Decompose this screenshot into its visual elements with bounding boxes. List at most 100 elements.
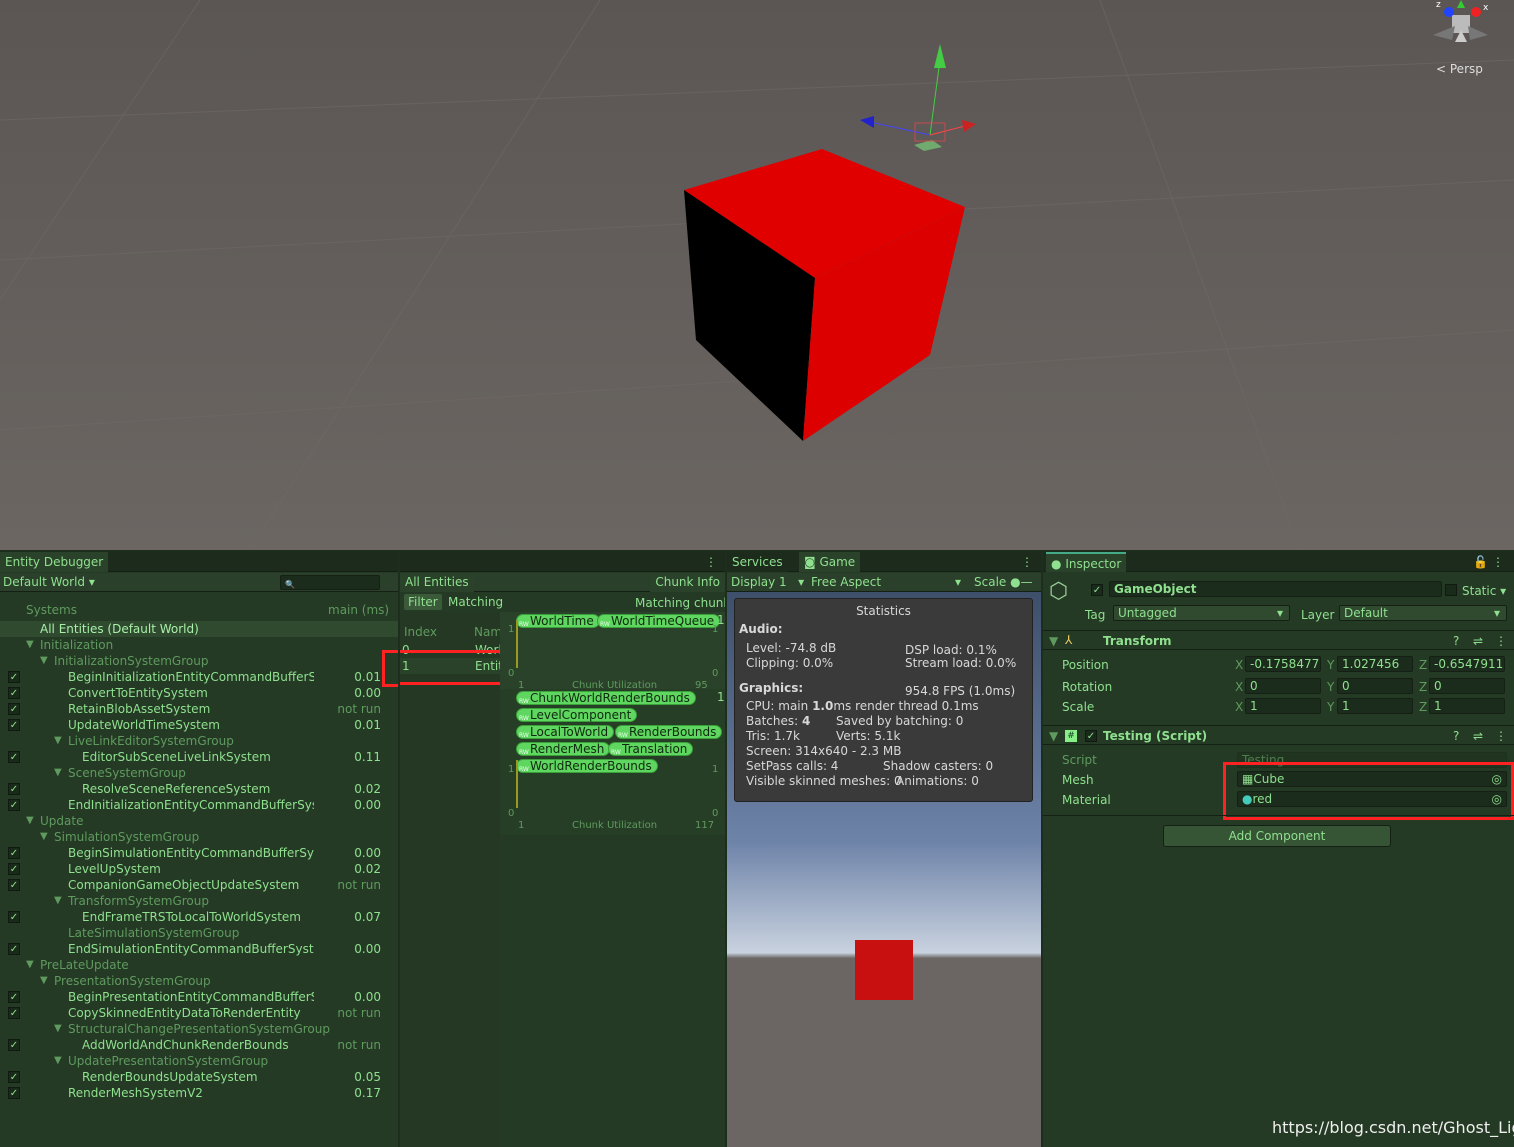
rotation-z-field[interactable]: 0	[1429, 678, 1505, 694]
more-menu-icon[interactable]: ⋮	[705, 554, 717, 570]
col-name[interactable]: Nam	[474, 624, 502, 640]
system-row[interactable]: ✓ RenderMeshSystemV2 0.17	[0, 1085, 398, 1101]
expand-arrow-icon[interactable]: ▼	[26, 813, 34, 829]
system-enabled-checkbox[interactable]: ✓	[8, 863, 20, 875]
system-group-row[interactable]: ▼ SimulationSystemGroup	[0, 829, 398, 845]
persp-label[interactable]: < Persp	[1436, 61, 1483, 77]
expand-arrow-icon[interactable]: ▼	[54, 1053, 62, 1069]
scale-x-field[interactable]: 1	[1245, 698, 1321, 714]
system-row[interactable]: ✓ RenderBoundsUpdateSystem 0.05	[0, 1069, 398, 1085]
system-group-row[interactable]: ▼ StructuralChangePresentationSystemGroup	[0, 1021, 398, 1037]
system-row[interactable]: ✓ EditorSubSceneLiveLinkSystem 0.11	[0, 749, 398, 765]
system-row[interactable]: ✓ CompanionGameObjectUpdateSystem not run	[0, 877, 398, 893]
system-enabled-checkbox[interactable]: ✓	[8, 671, 20, 683]
system-group-row[interactable]: ▼ Initialization	[0, 637, 398, 653]
aspect-dropdown[interactable]: Free Aspect ▾	[811, 574, 961, 590]
system-group-row[interactable]: LateSimulationSystemGroup	[0, 925, 398, 941]
system-enabled-checkbox[interactable]: ✓	[8, 751, 20, 763]
system-enabled-checkbox[interactable]: ✓	[8, 847, 20, 859]
tab-services[interactable]: Services	[727, 552, 788, 572]
world-dropdown[interactable]: Default World ▾	[3, 574, 95, 590]
system-row[interactable]: ✓ BeginInitializationEntityCommandBufferS…	[0, 669, 398, 685]
more-menu-icon[interactable]: ⋮	[1495, 633, 1507, 649]
system-group-row[interactable]: ▼ PresentationSystemGroup	[0, 973, 398, 989]
system-row[interactable]: ✓ CopySkinnedEntityDataToRenderEntity not …	[0, 1005, 398, 1021]
system-enabled-checkbox[interactable]: ✓	[8, 719, 20, 731]
layer-dropdown[interactable]: Default ▾	[1339, 605, 1507, 621]
system-row[interactable]: ✓ ConvertToEntitySystem 0.00	[0, 685, 398, 701]
expand-arrow-icon[interactable]: ▼	[26, 637, 34, 653]
system-group-row[interactable]: ▼ InitializationSystemGroup	[0, 653, 398, 669]
system-enabled-checkbox[interactable]: ✓	[8, 783, 20, 795]
expand-arrow-icon[interactable]: ▼	[40, 973, 48, 989]
scale-slider[interactable]: Scale ●—	[974, 574, 1033, 590]
all-entities-row[interactable]: All Entities (Default World)	[0, 621, 398, 637]
testing-script-header[interactable]: ▼ # ✓ Testing (Script) ? ⇌ ⋮	[1043, 725, 1514, 745]
system-group-row[interactable]: ▼ PreLateUpdate	[0, 957, 398, 973]
position-z-field[interactable]: -0.6547911	[1429, 656, 1505, 672]
system-row[interactable]: ✓EndInitializationEntityCommandBufferSys…	[0, 797, 398, 813]
name-field[interactable]: GameObject	[1109, 581, 1442, 597]
system-group-row[interactable]: ▼ TransformSystemGroup	[0, 893, 398, 909]
system-row[interactable]: ✓ ResolveSceneReferenceSystem 0.02	[0, 781, 398, 797]
system-enabled-checkbox[interactable]: ✓	[8, 1071, 20, 1083]
static-checkbox[interactable]	[1445, 584, 1457, 596]
system-group-row[interactable]: ▼ LiveLinkEditorSystemGroup	[0, 733, 398, 749]
system-enabled-checkbox[interactable]: ✓	[8, 1039, 20, 1051]
filter-button[interactable]: Filter	[404, 594, 442, 610]
system-enabled-checkbox[interactable]: ✓	[8, 1087, 20, 1099]
display-dropdown[interactable]: Display 1 ▾	[731, 574, 804, 590]
system-enabled-checkbox[interactable]: ✓	[8, 879, 20, 891]
system-enabled-checkbox[interactable]: ✓	[8, 687, 20, 699]
system-group-row[interactable]: ▼ Update	[0, 813, 398, 829]
system-search-input[interactable]: 🔍	[280, 575, 380, 590]
help-icon[interactable]: ?	[1453, 633, 1459, 649]
scene-view[interactable]: z x < Persp	[0, 0, 1514, 550]
expand-arrow-icon[interactable]: ▼	[40, 829, 48, 845]
tab-game[interactable]: ◙ Game	[799, 552, 861, 572]
system-enabled-checkbox[interactable]: ✓	[8, 1007, 20, 1019]
scale-z-field[interactable]: 1	[1429, 698, 1505, 714]
system-row[interactable]: ✓ UpdateWorldTimeSystem 0.01	[0, 717, 398, 733]
expand-arrow-icon[interactable]: ▼	[40, 653, 48, 669]
expand-arrow-icon[interactable]: ▼	[54, 765, 62, 781]
system-enabled-checkbox[interactable]: ✓	[8, 943, 20, 955]
rotation-y-field[interactable]: 0	[1337, 678, 1413, 694]
system-row[interactable]: ✓ LevelUpSystem 0.02	[0, 861, 398, 877]
position-x-field[interactable]: -0.1758477	[1245, 656, 1321, 672]
help-icon[interactable]: ?	[1453, 728, 1459, 744]
system-enabled-checkbox[interactable]: ✓	[8, 799, 20, 811]
system-row[interactable]: ✓ BeginPresentationEntityCommandBufferSys…	[0, 989, 398, 1005]
active-checkbox[interactable]: ✓	[1091, 584, 1103, 596]
more-menu-icon[interactable]: ⋮	[1492, 554, 1504, 570]
position-y-field[interactable]: 1.027456	[1337, 656, 1413, 672]
chunk-info-button[interactable]: Chunk Info	[650, 573, 725, 592]
system-row[interactable]: ✓ EndFrameTRSToLocalToWorldSystem 0.07	[0, 909, 398, 925]
expand-arrow-icon[interactable]: ▼	[54, 1021, 62, 1037]
more-menu-icon[interactable]: ⋮	[1495, 728, 1507, 744]
system-row[interactable]: ✓ BeginSimulationEntityCommandBufferSyste…	[0, 845, 398, 861]
system-group-row[interactable]: ▼ UpdatePresentationSystemGroup	[0, 1053, 398, 1069]
col-index[interactable]: Index	[404, 624, 437, 640]
expand-arrow-icon[interactable]: ▼	[54, 733, 62, 749]
system-enabled-checkbox[interactable]: ✓	[8, 703, 20, 715]
expand-arrow-icon[interactable]: ▼	[54, 893, 62, 909]
system-row[interactable]: ✓ RetainBlobAssetSystem not run	[0, 701, 398, 717]
col-systems[interactable]: Systems	[26, 602, 77, 618]
col-main-ms[interactable]: main (ms)	[328, 602, 389, 618]
transform-header[interactable]: ▼ ⅄ Transform ? ⇌ ⋮	[1043, 630, 1514, 650]
preset-icon[interactable]: ⇌	[1473, 728, 1483, 744]
system-enabled-checkbox[interactable]: ✓	[8, 911, 20, 923]
system-group-row[interactable]: ▼ SceneSystemGroup	[0, 765, 398, 781]
rotation-x-field[interactable]: 0	[1245, 678, 1321, 694]
script-enabled-checkbox[interactable]: ✓	[1085, 730, 1097, 742]
tag-dropdown[interactable]: Untagged ▾	[1113, 605, 1290, 621]
tab-entity-debugger[interactable]: Entity Debugger	[0, 552, 109, 572]
system-row[interactable]: ✓ AddWorldAndChunkRenderBounds not run	[0, 1037, 398, 1053]
static-dropdown[interactable]: Static ▾	[1462, 583, 1506, 599]
tab-inspector[interactable]: ● Inspector	[1046, 552, 1127, 572]
more-menu-icon[interactable]: ⋮	[1021, 554, 1033, 570]
scene-canvas[interactable]: z x	[0, 0, 1514, 550]
scale-y-field[interactable]: 1	[1337, 698, 1413, 714]
lock-icon[interactable]: 🔓	[1473, 554, 1488, 570]
